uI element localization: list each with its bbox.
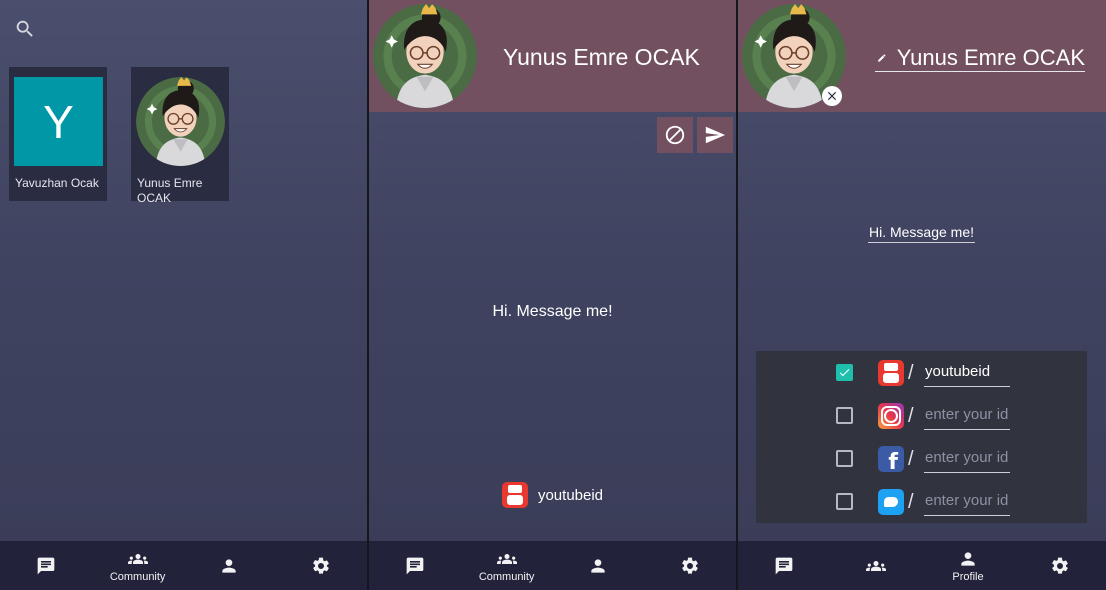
close-icon (827, 91, 837, 101)
user-name: Yavuzhan Ocak (15, 176, 99, 190)
send-message-button[interactable] (697, 117, 733, 153)
gear-icon (1052, 557, 1068, 574)
chat-bubble-icon (775, 557, 793, 574)
remove-avatar-button[interactable] (822, 86, 842, 106)
social-accounts-editor: / youtubeid / enter your id / enter your… (756, 351, 1087, 523)
send-icon (705, 126, 726, 144)
separator: / (908, 362, 914, 384)
nav-community[interactable]: Community (92, 541, 184, 590)
instagram-icon (878, 403, 904, 429)
name-field-value: Yunus Emre OCAK (896, 44, 1085, 70)
status-input[interactable]: Hi. Message me! (868, 224, 975, 243)
person-icon (591, 558, 606, 573)
separator: / (908, 448, 914, 470)
block-icon (665, 125, 685, 145)
profile-header: Yunus Emre OCAK (369, 0, 736, 112)
block-button[interactable] (657, 117, 693, 153)
user-profile-screen: Yunus Emre OCAK Hi. Message me! youtubei… (369, 0, 736, 590)
social-row-instagram: / enter your id (756, 398, 1087, 434)
search-icon[interactable] (14, 18, 36, 40)
youtube-icon (878, 360, 904, 386)
nav-settings[interactable] (275, 541, 367, 590)
check-icon (839, 369, 850, 377)
avatar (373, 4, 477, 108)
social-handle: youtubeid (537, 486, 604, 504)
person-icon (222, 558, 237, 573)
bottom-navigation: Community (369, 541, 736, 590)
nav-label-community: Community (478, 570, 535, 583)
bottom-navigation: Profile (738, 541, 1106, 590)
twitter-checkbox[interactable] (836, 493, 853, 510)
nav-profile[interactable] (184, 541, 276, 590)
name-field[interactable]: Yunus Emre OCAK (875, 44, 1085, 72)
social-row-twitter: / enter your id (756, 484, 1087, 520)
social-row-facebook: / enter your id (756, 441, 1087, 477)
edit-profile-screen: Yunus Emre OCAK Hi. Message me! / youtub… (738, 0, 1106, 590)
status-message: Hi. Message me! (492, 303, 613, 320)
community-icon (496, 553, 517, 564)
nav-chats[interactable] (738, 541, 830, 590)
nav-community[interactable] (830, 541, 922, 590)
facebook-icon (878, 446, 904, 475)
twitter-icon (878, 489, 904, 515)
bottom-navigation: Community (0, 541, 367, 590)
instagram-id-input[interactable]: enter your id (924, 405, 1010, 430)
youtube-checkbox[interactable] (836, 364, 853, 381)
nav-label-community: Community (109, 570, 166, 583)
user-card-yavuzhan[interactable]: Y Yavuzhan Ocak (9, 67, 107, 201)
nav-community[interactable]: Community (461, 541, 553, 590)
chat-bubble-icon (37, 557, 55, 574)
facebook-checkbox[interactable] (836, 450, 853, 467)
social-row-youtube: / youtubeid (756, 355, 1087, 391)
nav-chats[interactable] (0, 541, 92, 590)
nav-settings[interactable] (1014, 541, 1106, 590)
youtube-icon (501, 482, 528, 508)
gear-icon (313, 557, 329, 574)
user-name: Yunus Emre OCAK (137, 176, 203, 205)
chat-bubble-icon (406, 557, 424, 574)
instagram-checkbox[interactable] (836, 407, 853, 424)
community-icon (127, 553, 148, 564)
nav-chats[interactable] (369, 541, 461, 590)
pencil-icon (878, 53, 886, 62)
profile-name: Yunus Emre OCAK (503, 44, 700, 70)
community-screen: Y Yavuzhan Ocak Yunus Emre OCAK Communit… (0, 0, 367, 590)
nav-label-profile: Profile (952, 570, 984, 583)
nav-profile[interactable] (553, 541, 645, 590)
separator: / (908, 491, 914, 513)
separator: / (908, 405, 914, 427)
person-icon (961, 551, 975, 566)
facebook-id-input[interactable]: enter your id (924, 448, 1010, 473)
nav-profile[interactable]: Profile (922, 541, 1014, 590)
user-card-yunus[interactable]: Yunus Emre OCAK (131, 67, 229, 205)
profile-header: Yunus Emre OCAK (738, 0, 1106, 112)
gear-icon (682, 557, 698, 574)
social-link-youtube[interactable]: youtubeid (369, 482, 736, 508)
youtube-id-input[interactable]: youtubeid (924, 362, 1010, 387)
avatar (136, 77, 225, 166)
twitter-id-input[interactable]: enter your id (924, 491, 1010, 516)
community-icon (866, 560, 886, 571)
nav-settings[interactable] (644, 541, 736, 590)
letter-avatar: Y (14, 77, 103, 166)
